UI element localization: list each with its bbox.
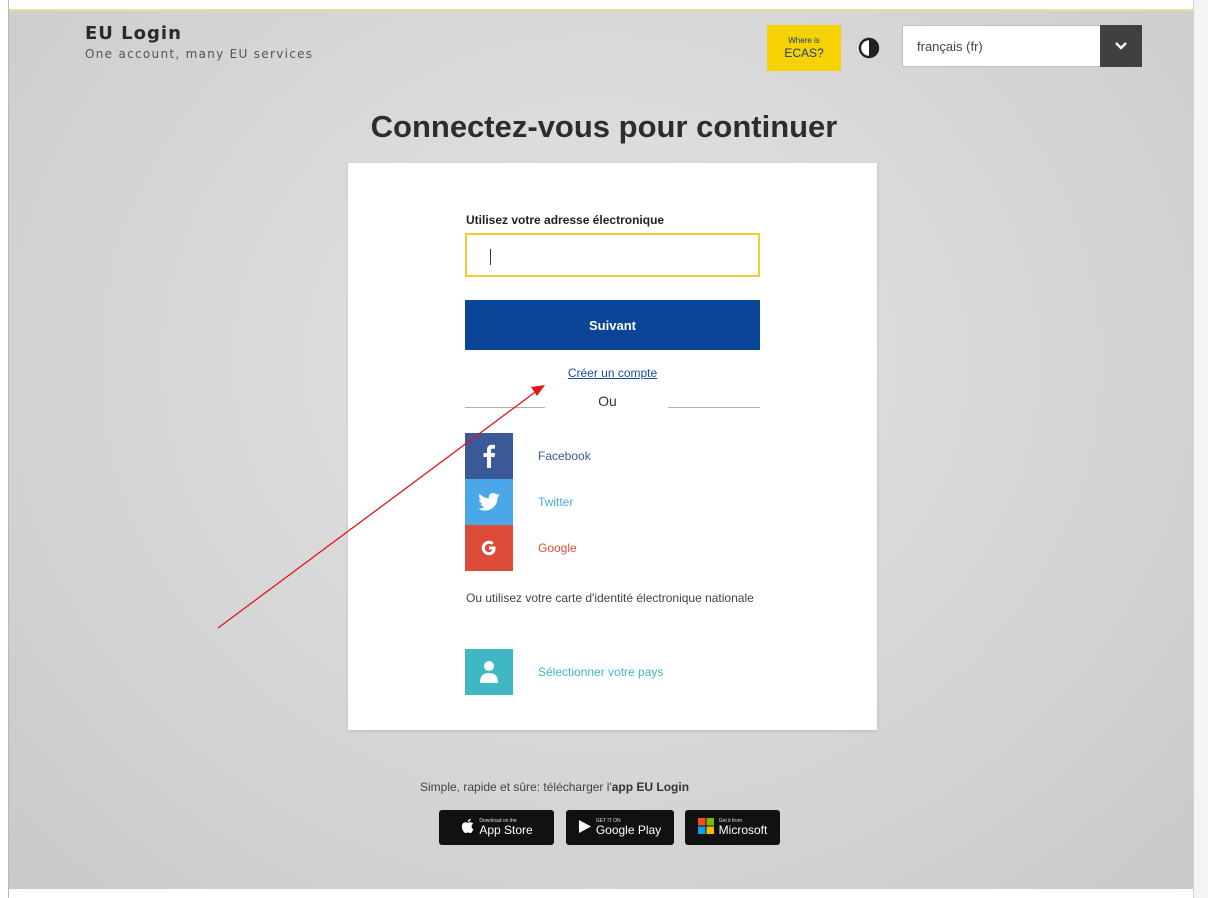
brand: EU Login One account, many EU services — [85, 23, 313, 61]
microsoft-store-badge[interactable]: Get it from Microsoft — [685, 810, 780, 845]
email-field[interactable] — [465, 233, 760, 277]
or-divider: Ou — [465, 393, 760, 413]
google-icon — [465, 525, 513, 571]
brand-subtitle: One account, many EU services — [85, 47, 314, 61]
brand-title: EU Login — [85, 23, 182, 44]
app-promo-prefix: Simple, rapide et sûre: télécharger l' — [420, 780, 612, 794]
language-select[interactable]: français (fr) — [902, 25, 1142, 67]
eid-description: Ou utilisez votre carte d'identité élect… — [466, 591, 754, 605]
app-store-big-label: App Store — [479, 823, 533, 837]
where-is-ecas-button[interactable]: Where is ECAS? — [767, 25, 841, 71]
contrast-toggle-icon[interactable] — [857, 36, 881, 60]
facebook-icon — [465, 433, 513, 479]
email-field-label: Utilisez votre adresse électronique — [466, 213, 665, 227]
text-caret — [490, 249, 491, 265]
chevron-down-icon[interactable] — [1100, 25, 1142, 67]
divider-line-right — [668, 407, 760, 408]
twitter-login-button[interactable]: Twitter — [465, 479, 760, 525]
twitter-label: Twitter — [538, 495, 574, 509]
page-background: EU Login One account, many EU services W… — [9, 9, 1193, 889]
google-play-text: GET IT ON Google Play — [596, 818, 661, 837]
window-left-border — [0, 0, 9, 898]
google-play-big-label: Google Play — [595, 823, 662, 837]
ecas-button-main-label: ECAS? — [784, 46, 824, 60]
app-store-text: Download on the App Store — [479, 818, 532, 837]
facebook-login-button[interactable]: Facebook — [465, 433, 760, 479]
user-icon — [465, 649, 513, 695]
page-title: Connectez-vous pour continuer — [370, 109, 838, 144]
scrollbar-track[interactable] — [1193, 0, 1208, 898]
google-play-badge[interactable]: GET IT ON Google Play — [566, 810, 674, 845]
ecas-button-top-label: Where is — [788, 36, 820, 45]
select-country-button[interactable]: Sélectionner votre pays — [465, 649, 760, 695]
language-select-value: français (fr) — [917, 38, 983, 54]
twitter-icon — [465, 479, 513, 525]
microsoft-icon — [697, 818, 714, 837]
facebook-label: Facebook — [538, 449, 591, 463]
app-promo-text: Simple, rapide et sûre: télécharger l'ap… — [420, 780, 820, 794]
google-play-icon — [578, 819, 591, 836]
select-country-label: Sélectionner votre pays — [538, 665, 664, 679]
app-store-badge[interactable]: Download on the App Store — [439, 810, 554, 845]
next-button[interactable]: Suivant — [465, 300, 760, 350]
google-login-button[interactable]: Google — [465, 525, 760, 571]
microsoft-store-big-label: Microsoft — [718, 823, 768, 837]
google-label: Google — [538, 541, 577, 555]
login-card: Utilisez votre adresse électronique Suiv… — [348, 163, 877, 730]
app-promo-bold: app EU Login — [611, 780, 690, 794]
microsoft-store-text: Get it from Microsoft — [719, 818, 768, 837]
apple-icon — [460, 818, 474, 837]
create-account-link[interactable]: Créer un compte — [465, 366, 760, 380]
